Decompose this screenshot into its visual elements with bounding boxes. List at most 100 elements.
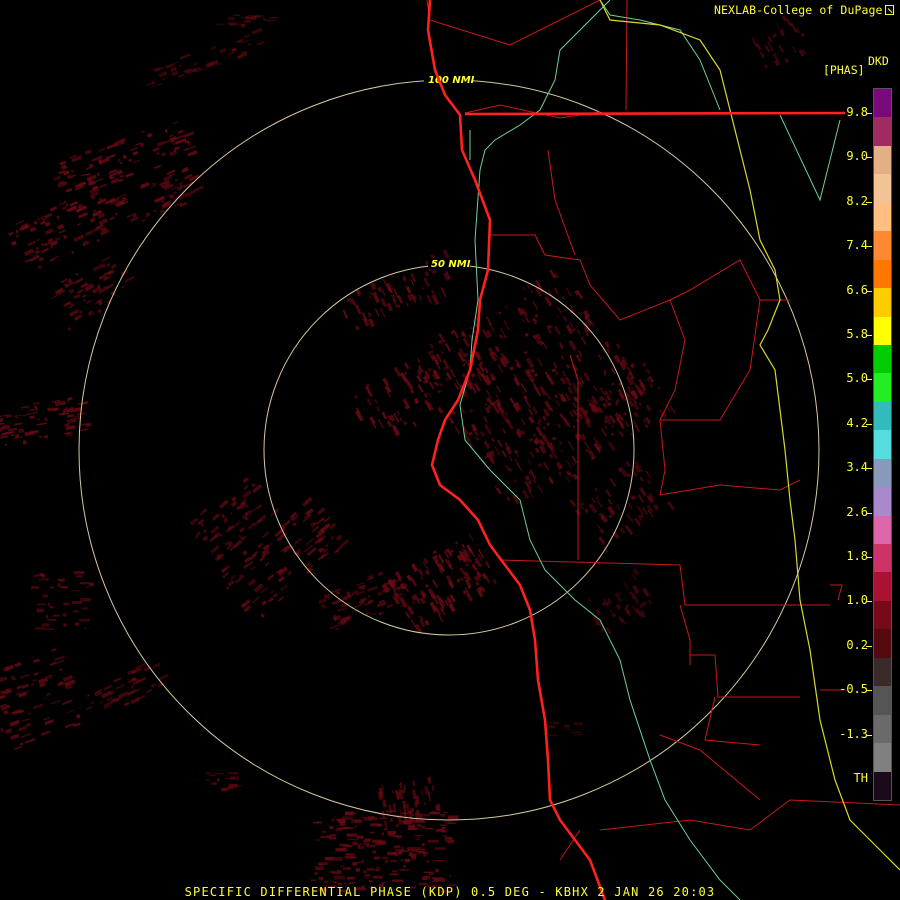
echo-pixel — [403, 811, 408, 821]
echo-pixel — [233, 14, 241, 17]
echo-pixel — [607, 499, 613, 505]
echo-pixel — [195, 531, 201, 537]
echo-pixel — [74, 622, 79, 626]
color-swatch — [874, 89, 891, 118]
echo-pixel — [42, 623, 49, 627]
echo-pixel — [370, 581, 373, 584]
echo-pixel — [18, 428, 25, 434]
echo-pixel — [354, 395, 358, 399]
echo-pixel — [37, 603, 46, 606]
echo-pixel — [492, 578, 497, 584]
echo-pixel — [778, 44, 785, 54]
echo-pixel — [62, 234, 68, 240]
legend-quantity: [PHAS] — [823, 63, 865, 77]
echo-pixel — [373, 840, 377, 843]
echo-pixel — [381, 881, 386, 884]
echo-pixel — [70, 590, 81, 592]
echo-pixel — [504, 464, 510, 471]
echo-pixel — [152, 662, 161, 669]
echo-pixel — [404, 371, 408, 375]
echo-pixel — [646, 479, 652, 485]
echo-pixel — [772, 33, 777, 38]
echo-pixel — [437, 389, 442, 394]
echo-pixel — [178, 64, 182, 67]
echo-pixel — [310, 879, 317, 882]
echo-pixel — [372, 291, 380, 303]
echo-pixel — [577, 350, 583, 357]
echo-pixel — [246, 16, 249, 18]
echo-pixel — [417, 384, 424, 393]
echo-pixel — [638, 604, 643, 608]
echo-pixel — [377, 419, 385, 429]
echo-pixel — [372, 875, 383, 879]
echo-pixel — [434, 860, 445, 861]
external-link-icon[interactable] — [884, 5, 894, 15]
echo-pixel — [386, 302, 394, 312]
radar-map[interactable]: 100 NMI 50 NMI — [0, 0, 900, 900]
echo-pixel — [498, 334, 504, 340]
echo-pixel — [488, 321, 495, 332]
echo-pixel — [92, 209, 96, 212]
echo-pixel — [479, 430, 486, 438]
echo-pixel — [241, 489, 252, 500]
echo-pixel — [526, 371, 535, 383]
echo-pixel — [568, 339, 578, 352]
echo-pixel — [404, 858, 410, 862]
echo-pixel — [329, 825, 334, 829]
echo-pixel — [226, 786, 234, 790]
echo-pixel — [392, 879, 403, 882]
echo-pixel — [652, 503, 660, 511]
echo-pixel — [259, 556, 266, 562]
echo-pixel — [602, 369, 608, 375]
echo-pixel — [384, 859, 389, 864]
echo-pixel — [218, 47, 227, 54]
echo-pixel — [627, 502, 634, 510]
echo-pixel — [408, 824, 416, 829]
echo-pixel — [218, 499, 229, 509]
echo-pixel — [4, 443, 7, 446]
echo-pixel — [556, 400, 561, 407]
echo-pixel — [58, 229, 67, 234]
echo-pixel — [529, 451, 535, 459]
echo-pixel — [329, 834, 336, 837]
echo-pixel — [550, 730, 553, 733]
echo-pixel — [624, 524, 634, 536]
echo-pixel — [588, 503, 598, 514]
echo-pixel — [542, 341, 548, 350]
echo-pixel — [459, 567, 465, 574]
echo-pixel — [74, 571, 85, 574]
echo-pixel — [305, 537, 315, 546]
echo-pixel — [496, 385, 501, 393]
echo-pixel — [400, 372, 409, 383]
echo-pixel — [264, 562, 270, 567]
echo-pixel — [27, 712, 32, 715]
echo-pixel — [469, 326, 472, 330]
echo-pixel — [534, 313, 539, 318]
echo-pixel — [325, 544, 329, 548]
state-boundary — [599, 0, 900, 871]
echo-pixel — [339, 843, 350, 847]
echo-pixel — [261, 531, 270, 539]
echo-pixel — [377, 571, 384, 577]
echo-pixel — [454, 425, 460, 435]
echo-pixel — [324, 857, 335, 861]
echo-pixel — [232, 539, 243, 549]
echo-pixel — [397, 295, 404, 304]
echo-pixel — [485, 316, 493, 326]
echo-pixel — [62, 408, 72, 413]
echo-pixel — [14, 662, 22, 668]
echo-pixel — [651, 595, 654, 599]
echo-pixel — [395, 570, 402, 580]
echo-pixel — [625, 460, 631, 467]
echo-pixel — [406, 302, 409, 307]
echo-pixel — [53, 175, 61, 181]
echo-pixel — [247, 14, 258, 17]
echo-pixel — [339, 539, 350, 548]
radar-viewer: 100 NMI 50 NMI NEXLAB-College of DuPage … — [0, 0, 900, 900]
color-swatch — [874, 686, 891, 715]
echo-pixel — [597, 524, 601, 529]
echo-pixel — [89, 217, 96, 223]
echo-pixel — [567, 440, 575, 451]
echo-pixel — [243, 34, 251, 39]
echo-pixel — [513, 479, 517, 484]
